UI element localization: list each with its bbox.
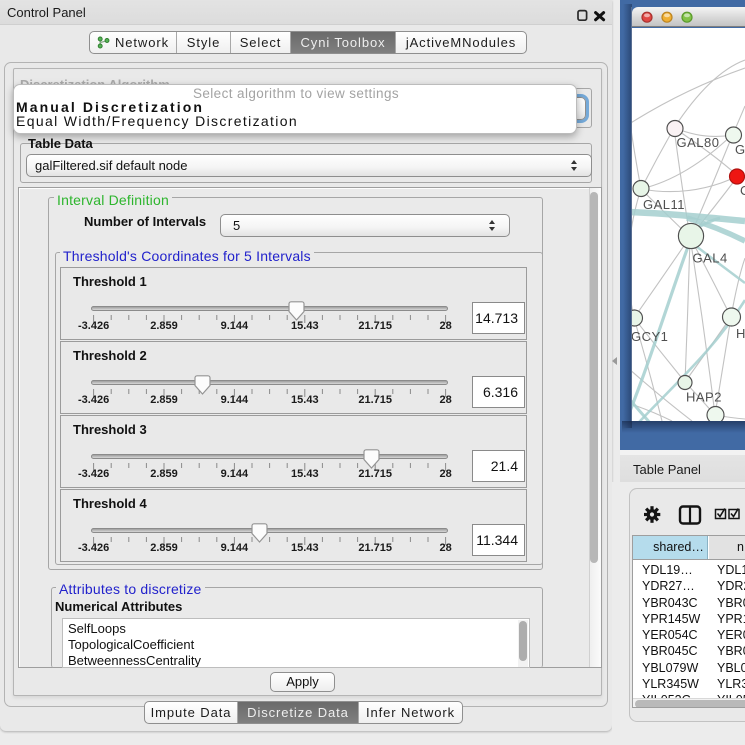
svg-text:GAL80: GAL80 bbox=[677, 135, 720, 150]
svg-text:GAL4: GAL4 bbox=[693, 251, 728, 266]
svg-text:GAL11: GAL11 bbox=[643, 197, 685, 212]
svg-text:GCY1: GCY1 bbox=[632, 329, 668, 344]
svg-text:C: C bbox=[740, 183, 745, 198]
svg-text:HAP2: HAP2 bbox=[686, 390, 722, 405]
svg-text:H: H bbox=[736, 326, 745, 341]
svg-text:G: G bbox=[735, 142, 745, 157]
